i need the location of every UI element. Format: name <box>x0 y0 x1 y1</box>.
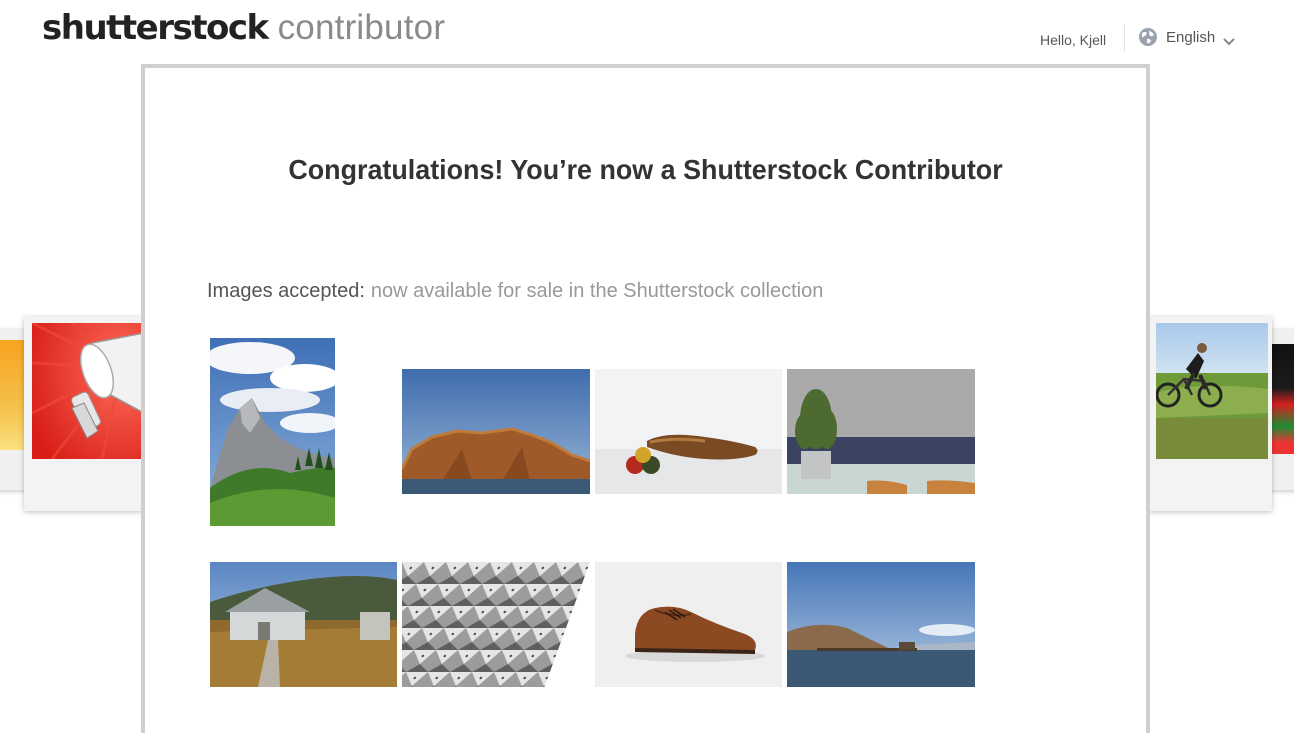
shutterstock-contributor-logo[interactable]: shutterstock contributor <box>42 8 445 50</box>
images-accepted-status: Images accepted: now available for sale i… <box>207 280 823 303</box>
image-thumbnail-potted-plant[interactable] <box>787 369 975 494</box>
image-thumbnail-desert-mountain[interactable] <box>402 369 590 494</box>
language-label: English <box>1166 28 1216 46</box>
logo-brand-text: shutterstock <box>42 8 269 48</box>
page-title: Congratulations! You’re now a Shuttersto… <box>288 154 1003 185</box>
logo-product-text: contributor <box>277 8 446 47</box>
user-greeting[interactable]: Hello, Kjell <box>1040 32 1106 48</box>
header-divider <box>1124 24 1125 52</box>
image-thumbnail-cabin[interactable] <box>210 562 397 687</box>
image-thumbnail-bowling-pins[interactable] <box>595 369 782 494</box>
side-card-cyclist <box>1148 317 1272 511</box>
status-description: now available for sale in the Shuttersto… <box>370 280 824 302</box>
image-thumbnail-leather-shoe[interactable] <box>595 562 782 687</box>
megaphone-image <box>32 323 144 459</box>
status-label: Images accepted: <box>207 280 365 302</box>
side-card-megaphone <box>24 317 148 511</box>
image-thumbnail-mountain-peak[interactable] <box>210 338 335 526</box>
globe-icon <box>1138 27 1158 47</box>
image-thumbnail-geometric-facade[interactable] <box>402 562 590 687</box>
cyclist-image <box>1156 323 1268 459</box>
language-selector[interactable]: English <box>1138 27 1235 47</box>
image-thumbnail-coastal-pier[interactable] <box>787 562 975 687</box>
chevron-down-icon <box>1223 33 1235 46</box>
